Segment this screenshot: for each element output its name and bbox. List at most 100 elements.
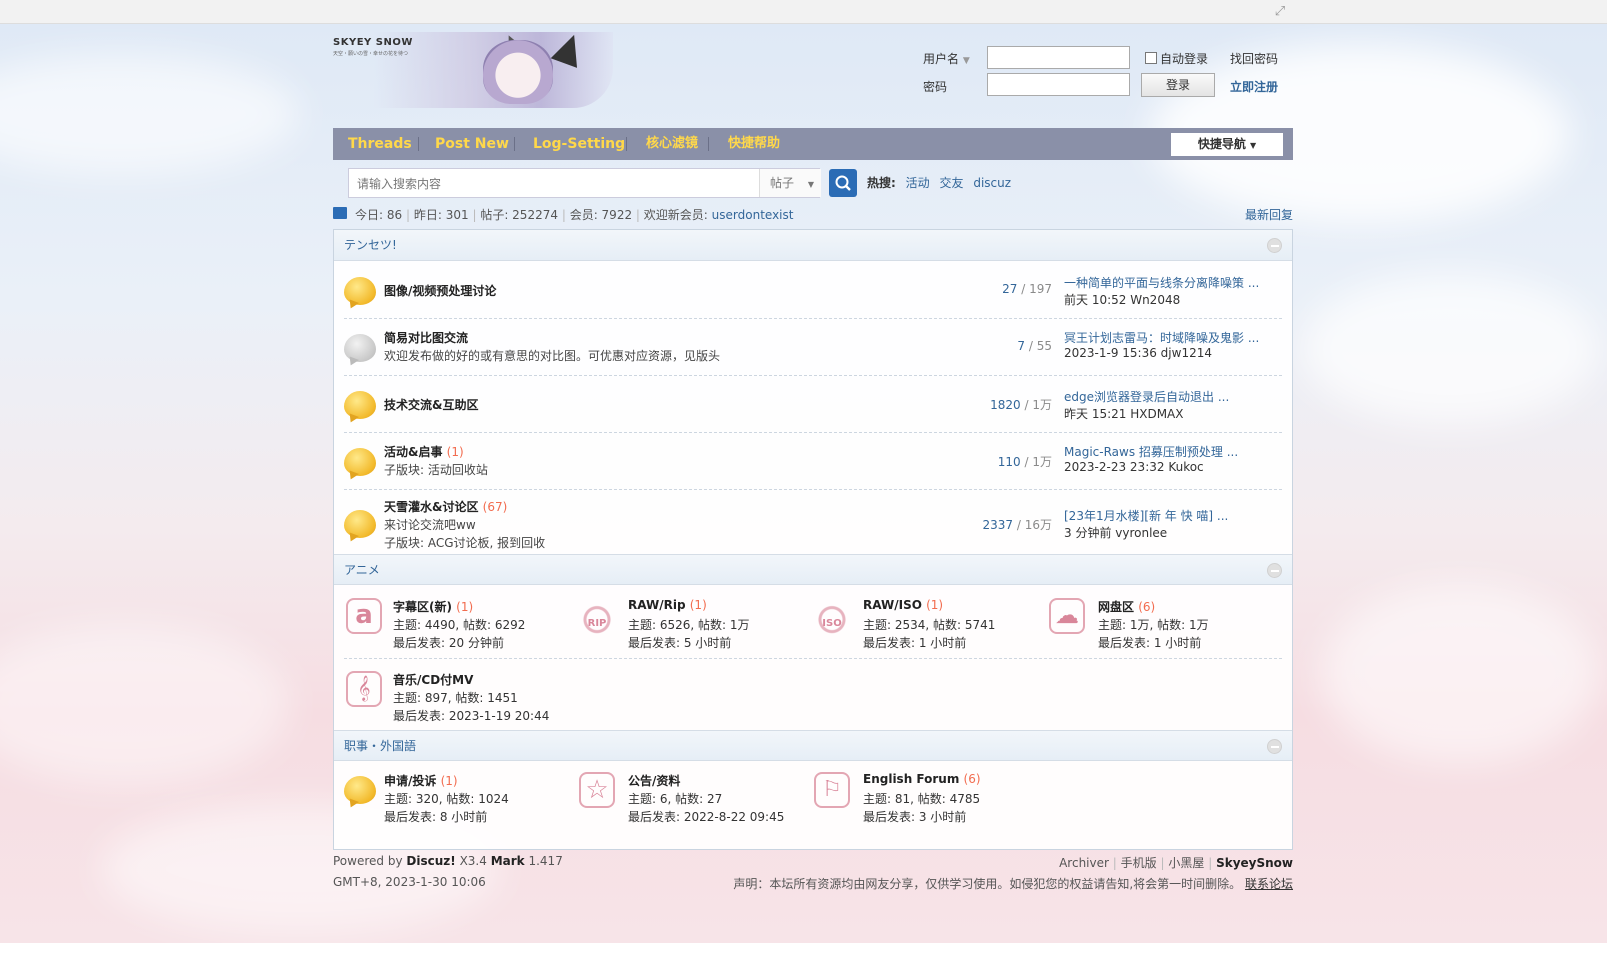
- forum-no-new-icon: [344, 334, 376, 362]
- forum-cell[interactable]: 𝄞 音乐/CD付MV 主题: 897, 帖数: 1451 最后发表: 2023-…: [344, 671, 574, 726]
- nav-log-setting[interactable]: Log-Setting: [533, 128, 625, 160]
- collapse-icon[interactable]: [1267, 739, 1282, 754]
- search-icon: [835, 175, 851, 191]
- anime-character-image: [483, 40, 553, 104]
- forum-counts: 2337 / 16万: [982, 518, 1053, 532]
- fullscreen-icon[interactable]: ⤢: [1273, 5, 1287, 19]
- powered-by: Powered by Discuz! X3.4 Mark 1.417: [333, 854, 563, 868]
- site-logo[interactable]: SKYEY SNOW 天空・願いの雪・幸せの花を待つ: [333, 29, 613, 108]
- iso-icon: ISO: [814, 598, 850, 634]
- hot-search-link[interactable]: discuz: [973, 176, 1011, 190]
- forgot-password-link[interactable]: 找回密码: [1230, 50, 1278, 67]
- collapse-icon[interactable]: [1267, 238, 1282, 253]
- chevron-down-icon: ▼: [962, 56, 970, 66]
- forum-cell[interactable]: ⚐ English Forum (6) 主题: 81, 帖数: 4785 最后发…: [814, 772, 1044, 827]
- forum-new-posts-icon: [344, 448, 376, 476]
- discuz-link[interactable]: Discuz!: [406, 854, 455, 868]
- forum-row: 简易对比图交流 欢迎发布做的好的或有意思的对比图。可优惠对应资源，见版头 7 /…: [344, 319, 1282, 376]
- forum-title[interactable]: 简易对比图交流: [384, 329, 468, 346]
- forum-last-post: Magic-Raws 招募压制预处理 ... 2023-2-23 23:32 Ku…: [1064, 445, 1239, 474]
- star-icon: ☆: [579, 772, 615, 808]
- forum-title[interactable]: 图像/视频预处理讨论: [384, 282, 496, 299]
- forum-counts: 110 / 1万: [997, 455, 1052, 469]
- forum-desc: 欢迎发布做的好的或有意思的对比图。可优惠对应资源，见版头: [384, 349, 721, 363]
- forum-cell[interactable]: ☁ 网盘区 (6) 主题: 1万, 帖数: 1万 最后发表: 1 小时前: [1049, 598, 1279, 653]
- forum-new-posts-icon: [344, 277, 376, 305]
- search-input[interactable]: 请输入搜索内容: [357, 169, 441, 199]
- forum-subforums: 子版块: ACG讨论板, 报到回收: [384, 536, 546, 550]
- nav-post-new[interactable]: Post New: [435, 128, 509, 160]
- brand-tagline: 天空・願いの雪・幸せの花を待つ: [333, 51, 409, 57]
- forum-new-posts-icon: [344, 510, 376, 538]
- subtitle-a-icon: a: [346, 598, 382, 634]
- forum-cell[interactable]: ☆ 公告/资料 主题: 6, 帖数: 27 最后发表: 2022-8-22 09…: [579, 772, 809, 827]
- nav-threads[interactable]: Threads: [348, 128, 412, 160]
- cloud-disk-icon: ☁: [1049, 598, 1085, 634]
- forum-new-posts-icon: [344, 776, 376, 804]
- forum-desc: 来讨论交流吧ww: [384, 518, 476, 532]
- forum-cell[interactable]: ISO RAW/ISO (1) 主题: 2534, 帖数: 5741 最后发表:…: [814, 598, 1044, 653]
- stats-chart-icon: [333, 207, 347, 219]
- site-stats: 今日: 86 | 昨日: 301 | 帖子: 252274 | 会员: 7922…: [333, 205, 1293, 223]
- latest-replies-link[interactable]: 最新回复: [1245, 206, 1293, 223]
- username-label[interactable]: 用户名 ▼: [923, 50, 970, 67]
- footer-links: Archiver | 手机版 | 小黑屋 | SkyeySnow: [1059, 856, 1293, 870]
- hot-search: 热搜: 活动 交友 discuz: [867, 176, 1012, 190]
- auto-login-label[interactable]: 自动登录: [1160, 50, 1208, 67]
- server-time: GMT+8, 2023-1-30 10:06: [333, 875, 486, 889]
- newest-member-link[interactable]: userdontexist: [712, 208, 794, 222]
- music-icon: 𝄞: [346, 671, 382, 707]
- register-link[interactable]: 立即注册: [1230, 78, 1278, 95]
- forum-cell[interactable]: a 字幕区(新) (1) 主题: 4490, 帖数: 6292 最后发表: 20…: [344, 598, 574, 653]
- rip-icon: RIP: [579, 598, 615, 634]
- forum-grid-row: 𝄞 音乐/CD付MV 主题: 897, 帖数: 1451 最后发表: 2023-…: [344, 659, 1282, 729]
- password-input[interactable]: [987, 73, 1130, 96]
- search-box: 请输入搜索内容 帖子 ▼: [348, 168, 821, 199]
- forum-grid-row: 申请/投诉 (1) 主题: 320, 帖数: 1024 最后发表: 8 小时前 …: [344, 762, 1282, 848]
- forum-subforums: 子版块: 活动回收站: [384, 463, 488, 477]
- archiver-link[interactable]: Archiver: [1059, 856, 1109, 870]
- site-name-link[interactable]: SkyeySnow: [1216, 856, 1293, 870]
- category-header[interactable]: アニメ: [334, 554, 1292, 585]
- category-header[interactable]: 职事・外国語: [334, 730, 1292, 761]
- category-header[interactable]: テンセツ!: [334, 230, 1292, 261]
- forum-title[interactable]: 天雪灌水&讨论区 (67): [384, 498, 507, 515]
- search-button[interactable]: [829, 169, 857, 197]
- flag-icon: ⚐: [814, 772, 850, 808]
- auto-login-checkbox[interactable]: [1145, 52, 1157, 64]
- nav-core-filter[interactable]: 核心滤镜: [646, 128, 698, 160]
- contact-link[interactable]: 联系论坛: [1245, 877, 1293, 891]
- password-label: 密码: [923, 80, 948, 94]
- forum-list: テンセツ! 图像/视频预处理讨论 27 / 197 一种简单的平面与线条分离降噪…: [333, 229, 1293, 850]
- quick-nav-button[interactable]: 快捷导航 ▼: [1171, 133, 1283, 156]
- forum-title[interactable]: 技术交流&互助区: [384, 396, 478, 413]
- forum-counts: 1820 / 1万: [990, 398, 1052, 412]
- forum-last-post: [23年1月水楼][新 年 快 喵] ... 3 分钟前 vyronlee: [1064, 509, 1229, 540]
- search-type-select[interactable]: 帖子 ▼: [759, 169, 821, 197]
- forum-cell[interactable]: 申请/投诉 (1) 主题: 320, 帖数: 1024 最后发表: 8 小时前: [344, 772, 574, 827]
- forum-row: 图像/视频预处理讨论 27 / 197 一种简单的平面与线条分离降噪策 ... 前…: [344, 262, 1282, 319]
- forum-row: 天雪灌水&讨论区 (67) 来讨论交流吧ww 子版块: ACG讨论板, 报到回收…: [344, 490, 1282, 554]
- browser-top-bar: ⤢: [0, 0, 1607, 24]
- hot-search-link[interactable]: 交友: [939, 176, 963, 190]
- mobile-link[interactable]: 手机版: [1121, 856, 1157, 870]
- collapse-icon[interactable]: [1267, 563, 1282, 578]
- blacklist-link[interactable]: 小黑屋: [1168, 856, 1204, 870]
- main-nav: Threads Post New Log-Setting 核心滤镜 快捷帮助 快…: [333, 128, 1293, 160]
- login-button[interactable]: 登录: [1141, 73, 1215, 97]
- nav-quick-help[interactable]: 快捷帮助: [728, 128, 780, 160]
- forum-title[interactable]: 活动&启事 (1): [384, 443, 464, 460]
- caret-down-icon: ▼: [1250, 141, 1257, 150]
- forum-last-post: 冥王计划志雷马：时域降噪及鬼影 ... 2023-1-9 15:36 djw121…: [1064, 331, 1260, 360]
- forum-counts: 27 / 197: [1002, 282, 1052, 296]
- username-input[interactable]: [987, 46, 1130, 69]
- forum-cell[interactable]: RIP RAW/Rip (1) 主题: 6526, 帖数: 1万 最后发表: 5…: [579, 598, 809, 653]
- hot-search-link[interactable]: 活动: [906, 176, 930, 190]
- forum-row: 技术交流&互助区 1820 / 1万 edge浏览器登录后自动退出 ... 昨天 …: [344, 376, 1282, 433]
- forum-last-post: edge浏览器登录后自动退出 ... 昨天 15:21 HXDMAX: [1064, 390, 1230, 421]
- forum-grid-row: a 字幕区(新) (1) 主题: 4490, 帖数: 6292 最后发表: 20…: [344, 586, 1282, 659]
- forum-row: 活动&启事 (1) 子版块: 活动回收站 110 / 1万 Magic-Raws…: [344, 433, 1282, 490]
- forum-new-posts-icon: [344, 391, 376, 419]
- brand-text: SKYEY SNOW: [333, 37, 413, 48]
- footer-notice: 声明：本坛所有资源均由网友分享，仅供学习使用。如侵犯您的权益请告知,将会第一时间…: [733, 877, 1293, 891]
